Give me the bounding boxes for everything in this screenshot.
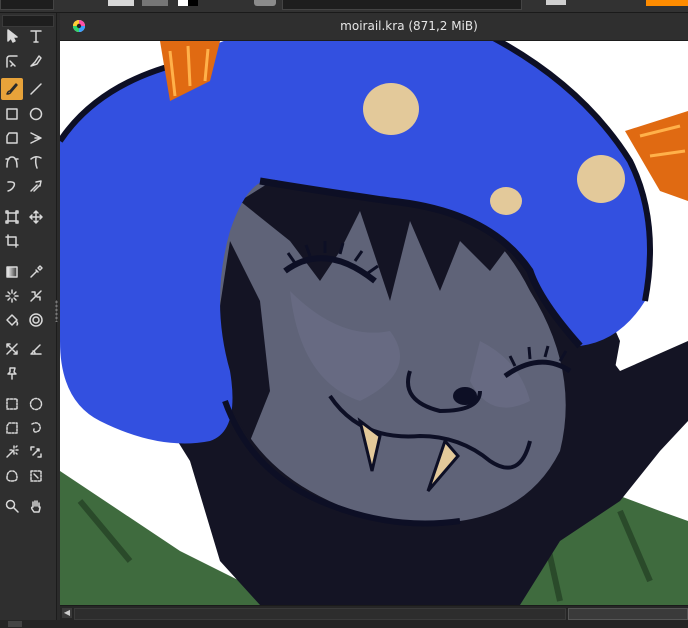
similar-color-select-icon[interactable] bbox=[25, 441, 47, 463]
magnetic-select-icon[interactable] bbox=[25, 465, 47, 487]
gradient-icon[interactable] bbox=[1, 261, 23, 283]
edit-shapes-icon[interactable] bbox=[1, 50, 23, 72]
scrollbar-thumb[interactable] bbox=[568, 608, 688, 620]
status-bar bbox=[0, 620, 688, 628]
blend-mode-button[interactable] bbox=[254, 0, 276, 6]
brush-preset-swatch[interactable] bbox=[108, 0, 134, 6]
colorize-mask-icon[interactable] bbox=[1, 285, 23, 307]
move-icon[interactable] bbox=[25, 206, 47, 228]
freehand-select-icon[interactable] bbox=[25, 417, 47, 439]
assistant-icon[interactable] bbox=[1, 338, 23, 360]
line-icon[interactable] bbox=[25, 78, 47, 100]
drawing-canvas[interactable] bbox=[60, 41, 688, 605]
polygonal-select-icon[interactable] bbox=[1, 417, 23, 439]
freehand-path-icon[interactable] bbox=[25, 151, 47, 173]
color-picker-icon[interactable] bbox=[25, 261, 47, 283]
background-color-swatch[interactable] bbox=[188, 0, 198, 6]
rectangle-icon[interactable] bbox=[1, 103, 23, 125]
pattern-swatch[interactable] bbox=[142, 0, 168, 6]
document-title: moirail.kra (871,2 MiB) bbox=[340, 19, 478, 33]
document-tab-bar: moirail.kra (871,2 MiB) bbox=[60, 13, 688, 41]
bezier-select-icon[interactable] bbox=[1, 465, 23, 487]
reference-images-icon[interactable] bbox=[1, 362, 23, 384]
zoom-icon[interactable] bbox=[1, 495, 23, 517]
freehand-brush-icon[interactable] bbox=[1, 78, 23, 100]
status-indicator bbox=[8, 621, 22, 627]
dynamic-brush-icon[interactable] bbox=[1, 175, 23, 197]
crop-icon[interactable] bbox=[1, 230, 23, 252]
transform-icon[interactable] bbox=[1, 206, 23, 228]
polygon-icon[interactable] bbox=[1, 127, 23, 149]
elliptical-select-icon[interactable] bbox=[25, 393, 47, 415]
bezier-curve-icon[interactable] bbox=[1, 151, 23, 173]
measure-icon[interactable] bbox=[25, 338, 47, 360]
smart-patch-icon[interactable] bbox=[25, 285, 47, 307]
select-shapes-icon[interactable] bbox=[1, 25, 23, 47]
horizontal-scrollbar[interactable]: ◀ bbox=[60, 605, 688, 620]
contiguous-select-icon[interactable] bbox=[1, 441, 23, 463]
foreground-color-swatch[interactable] bbox=[178, 0, 188, 6]
artwork-illustration bbox=[60, 41, 688, 605]
toolbox-splitter-handle[interactable] bbox=[55, 300, 58, 322]
multibrush-icon[interactable] bbox=[25, 175, 47, 197]
fill-icon[interactable] bbox=[1, 309, 23, 331]
scrollbar-track[interactable] bbox=[74, 608, 566, 620]
opacity-slider[interactable] bbox=[282, 0, 522, 10]
workspace-accent-button[interactable] bbox=[646, 0, 688, 6]
scroll-left-icon[interactable]: ◀ bbox=[62, 608, 72, 618]
tool-options-field[interactable] bbox=[0, 0, 54, 10]
size-swatch[interactable] bbox=[546, 0, 566, 5]
toolbox-panel bbox=[0, 13, 57, 628]
pan-icon[interactable] bbox=[25, 495, 47, 517]
text-icon[interactable] bbox=[25, 25, 47, 47]
rectangular-select-icon[interactable] bbox=[1, 393, 23, 415]
enclose-fill-icon[interactable] bbox=[25, 309, 47, 331]
ellipse-icon[interactable] bbox=[25, 103, 47, 125]
calligraphy-icon[interactable] bbox=[25, 50, 47, 72]
polyline-icon[interactable] bbox=[25, 127, 47, 149]
top-toolbar-strip bbox=[0, 0, 688, 13]
